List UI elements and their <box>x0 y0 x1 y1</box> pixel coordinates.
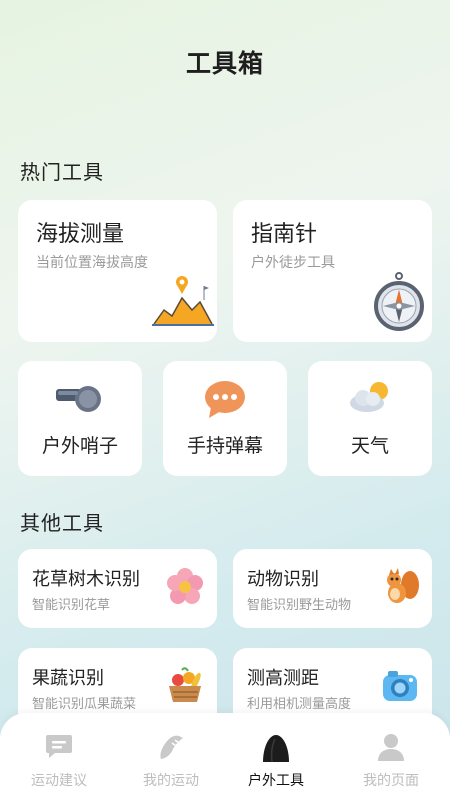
altitude-card-title: 海拔测量 <box>36 222 125 247</box>
chat-bubble-icon <box>205 381 245 418</box>
tab-outdoor-tools[interactable]: 户外工具 <box>220 713 332 800</box>
weather-card[interactable]: 天气 <box>308 361 432 476</box>
whistle-icon <box>56 386 101 412</box>
danmaku-card[interactable]: 手持弹幕 <box>163 361 287 476</box>
compass-icon <box>374 272 424 331</box>
vegetable-id-title: 果蔬识别 <box>32 668 104 689</box>
measure-height-title: 测高测距 <box>247 668 319 689</box>
animal-id-subtitle: 智能识别野生动物 <box>247 598 352 613</box>
page-title: 工具箱 <box>185 49 264 78</box>
plant-id-subtitle: 智能识别花草 <box>32 598 111 613</box>
altitude-card[interactable]: 海拔测量 当前位置海拔高度 <box>18 200 217 342</box>
animal-id-card[interactable]: 动物识别 智能识别野生动物 <box>233 549 432 628</box>
message-icon <box>46 735 72 758</box>
tab-sport-advice-label: 运动建议 <box>31 773 87 789</box>
shoe-icon <box>160 735 183 759</box>
tab-my-page-label: 我的页面 <box>363 773 419 789</box>
bottom-tab-bar: 运动建议 我的运动 户外工具 我的页面 <box>0 713 450 800</box>
compass-card-subtitle: 户外徒步工具 <box>251 255 335 271</box>
danmaku-label: 手持弹幕 <box>186 435 263 457</box>
flower-icon <box>167 568 203 604</box>
tab-sport-advice[interactable]: 运动建议 <box>3 713 115 800</box>
plant-id-card[interactable]: 花草树木识别 智能识别花草 <box>18 549 217 628</box>
tab-my-sport[interactable]: 我的运动 <box>115 713 227 800</box>
plant-id-title: 花草树木识别 <box>32 569 140 590</box>
vegetable-basket-icon <box>169 667 201 702</box>
person-icon <box>378 734 404 761</box>
altitude-card-subtitle: 当前位置海拔高度 <box>36 255 148 271</box>
altitude-mountain-icon <box>152 276 214 326</box>
weather-icon <box>350 382 388 412</box>
tab-my-sport-label: 我的运动 <box>143 773 199 789</box>
measure-height-subtitle: 利用相机测量高度 <box>247 697 352 712</box>
compass-card[interactable]: 指南针 户外徒步工具 <box>233 200 432 342</box>
tab-my-page[interactable]: 我的页面 <box>335 713 447 800</box>
weather-label: 天气 <box>350 435 389 457</box>
hot-tools-section-title: 热门工具 <box>20 160 104 184</box>
other-tools-section-title: 其他工具 <box>20 511 104 535</box>
whistle-label: 户外哨子 <box>41 435 118 457</box>
compass-card-title: 指南针 <box>251 222 318 247</box>
squirrel-icon <box>387 568 419 603</box>
camera-icon <box>383 671 417 701</box>
whistle-card[interactable]: 户外哨子 <box>18 361 142 476</box>
vegetable-id-subtitle: 智能识别瓜果蔬菜 <box>32 697 137 712</box>
rock-icon <box>263 735 289 763</box>
animal-id-title: 动物识别 <box>247 569 319 590</box>
tab-outdoor-tools-label: 户外工具 <box>248 773 304 789</box>
